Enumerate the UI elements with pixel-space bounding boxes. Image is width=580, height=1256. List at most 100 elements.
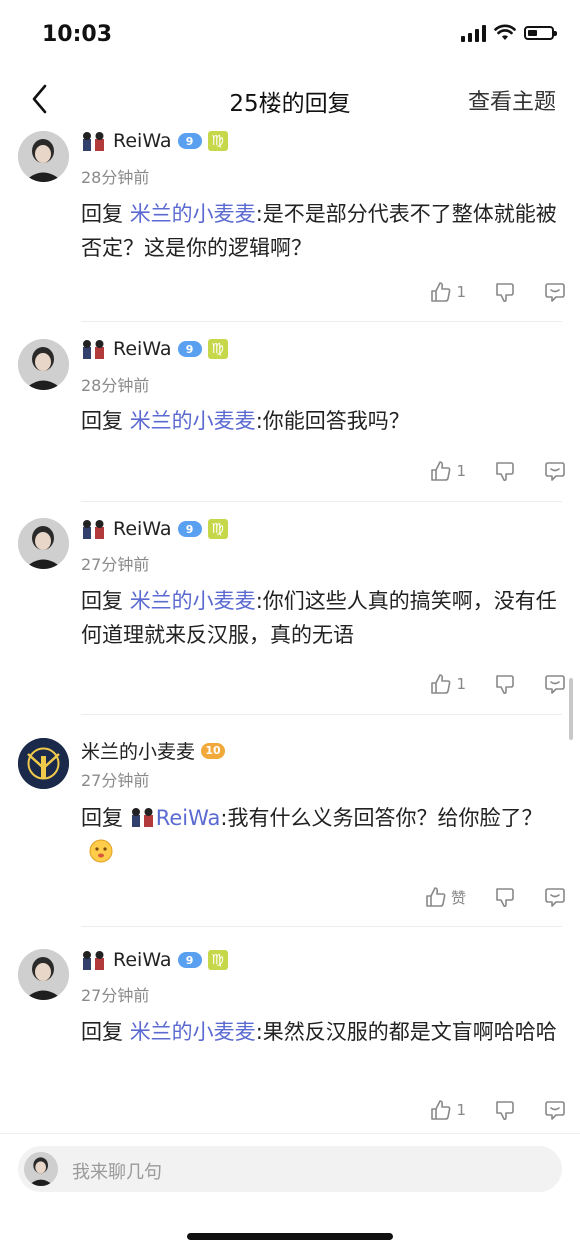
reply-time: 27分钟前 — [81, 986, 150, 1005]
zodiac-badge: ♍ — [207, 339, 228, 359]
comment-button[interactable] — [544, 460, 566, 482]
decoration-icon — [81, 339, 107, 359]
reply-content[interactable]: 回复 米兰的小麦麦:你们这些人真的搞笑啊，没有任何道理就来反汉服，真的无语 — [81, 584, 558, 652]
input-placeholder: 我来聊几句 — [72, 1162, 162, 1183]
avatar[interactable] — [18, 738, 69, 789]
comment-icon — [545, 1101, 565, 1120]
reply-prefix: 回复 — [81, 806, 130, 830]
comment-button[interactable] — [544, 886, 566, 908]
cellular-signal-icon — [461, 24, 486, 42]
back-button[interactable] — [26, 82, 56, 116]
thumbs-up-icon — [426, 887, 446, 907]
reply-item: ReiWa 9 ♍ 28分钟前 回复 米兰的小麦麦:是不是部分代表不了整体就能被… — [0, 128, 580, 322]
reply-prefix: 回复 — [81, 202, 130, 226]
status-icons — [461, 24, 557, 42]
reply-item: ReiWa 9 ♍ 27分钟前 回复 米兰的小麦麦:果然反汉服的都是文盲啊哈哈哈… — [0, 927, 580, 1127]
reply-text: :我有什么义务回答你？给你脸了？ — [220, 806, 543, 830]
mention-link[interactable]: ReiWa — [156, 806, 221, 830]
thumbs-down-icon — [496, 888, 514, 908]
username[interactable]: ReiWa — [113, 338, 172, 360]
reply-prefix: 回复 — [81, 1020, 130, 1044]
scrollbar[interactable] — [569, 678, 573, 740]
reply-list: ReiWa 9 ♍ 28分钟前 回复 米兰的小麦麦:是不是部分代表不了整体就能被… — [0, 128, 580, 1127]
level-badge: 9 — [177, 341, 202, 357]
reply-content[interactable]: 回复 ReiWa:我有什么义务回答你？给你脸了？ — [81, 801, 558, 873]
reply-time: 27分钟前 — [81, 771, 150, 790]
dislike-button[interactable] — [494, 1099, 516, 1121]
level-badge: 9 — [177, 133, 202, 149]
decoration-icon — [81, 519, 107, 539]
comment-button[interactable] — [544, 673, 566, 695]
username[interactable]: ReiWa — [113, 130, 172, 152]
user-line: ReiWa 9 ♍ — [81, 130, 228, 152]
reply-content[interactable]: 回复 米兰的小麦麦:是不是部分代表不了整体就能被否定？这是你的逻辑啊？ — [81, 197, 558, 265]
like-count: 赞 — [450, 888, 466, 907]
chevron-left-icon — [32, 84, 47, 114]
dislike-button[interactable] — [494, 673, 516, 695]
level-badge: 10 — [201, 742, 226, 759]
level-badge: 9 — [177, 521, 202, 537]
status-time: 10:03 — [42, 22, 113, 47]
user-line: ReiWa 9 ♍ — [81, 518, 228, 540]
home-indicator[interactable] — [187, 1233, 393, 1240]
like-count: 1 — [456, 1101, 466, 1119]
like-button[interactable]: 1 — [430, 1099, 466, 1121]
zodiac-badge: ♍ — [207, 131, 228, 151]
username[interactable]: ReiWa — [113, 949, 172, 971]
user-line: ReiWa 9 ♍ — [81, 949, 228, 971]
reply-time: 28分钟前 — [81, 376, 150, 395]
like-button[interactable]: 赞 — [425, 886, 466, 908]
dislike-button[interactable] — [494, 281, 516, 303]
comment-icon — [545, 283, 565, 302]
reply-time: 27分钟前 — [81, 555, 150, 574]
thumbs-down-icon — [496, 462, 514, 482]
reply-actions: 1 — [402, 281, 566, 303]
comment-icon — [545, 675, 565, 694]
reply-item: 米兰的小麦麦 10 27分钟前 回复 ReiWa:我有什么义务回答你？给你脸了？… — [0, 715, 580, 927]
mention-link[interactable]: 米兰的小麦麦 — [130, 1020, 256, 1044]
like-count: 1 — [456, 462, 466, 480]
reply-prefix: 回复 — [81, 589, 130, 613]
mention-link[interactable]: 米兰的小麦麦 — [130, 409, 256, 433]
comment-icon — [545, 462, 565, 481]
like-button[interactable]: 1 — [430, 281, 466, 303]
reply-content[interactable]: 回复 米兰的小麦麦:你能回答我吗？ — [81, 404, 558, 438]
username[interactable]: ReiWa — [113, 518, 172, 540]
reply-text: :果然反汉服的都是文盲啊哈哈哈 — [255, 1020, 557, 1044]
level-badge: 9 — [177, 952, 202, 968]
nav-bar: 25楼的回复 查看主题 — [0, 72, 580, 126]
avatar[interactable] — [18, 131, 69, 182]
view-topic-link[interactable]: 查看主题 — [468, 84, 556, 116]
comment-button[interactable] — [544, 1099, 566, 1121]
comment-button[interactable] — [544, 281, 566, 303]
mention-link[interactable]: 米兰的小麦麦 — [130, 589, 256, 613]
thumbs-down-icon — [496, 675, 514, 695]
username[interactable]: 米兰的小麦麦 — [81, 737, 195, 764]
emoji-icon — [89, 839, 113, 873]
reply-item: ReiWa 9 ♍ 28分钟前 回复 米兰的小麦麦:你能回答我吗？ 1 — [0, 322, 580, 502]
mention-link[interactable]: 米兰的小麦麦 — [130, 202, 256, 226]
avatar[interactable] — [18, 339, 69, 390]
avatar[interactable] — [18, 518, 69, 569]
comment-icon — [545, 888, 565, 907]
reply-text: :你能回答我吗？ — [255, 409, 410, 433]
avatar[interactable] — [18, 949, 69, 1000]
reply-input[interactable]: 我来聊几句 — [18, 1146, 562, 1192]
reply-time: 28分钟前 — [81, 168, 150, 187]
reply-actions: 1 — [402, 673, 566, 695]
reply-content[interactable]: 回复 米兰的小麦麦:果然反汉服的都是文盲啊哈哈哈 — [81, 1015, 558, 1049]
reply-prefix: 回复 — [81, 409, 130, 433]
decoration-icon — [81, 131, 107, 151]
like-button[interactable]: 1 — [430, 460, 466, 482]
thumbs-down-icon — [496, 1101, 514, 1121]
like-count: 1 — [456, 283, 466, 301]
thumbs-up-icon — [431, 1100, 451, 1120]
wifi-icon — [494, 24, 516, 40]
battery-icon — [524, 26, 557, 40]
reply-actions: 1 — [402, 460, 566, 482]
like-button[interactable]: 1 — [430, 673, 466, 695]
dislike-button[interactable] — [494, 886, 516, 908]
avatar — [24, 1152, 58, 1186]
dislike-button[interactable] — [494, 460, 516, 482]
reply-actions: 1 — [402, 1099, 566, 1121]
